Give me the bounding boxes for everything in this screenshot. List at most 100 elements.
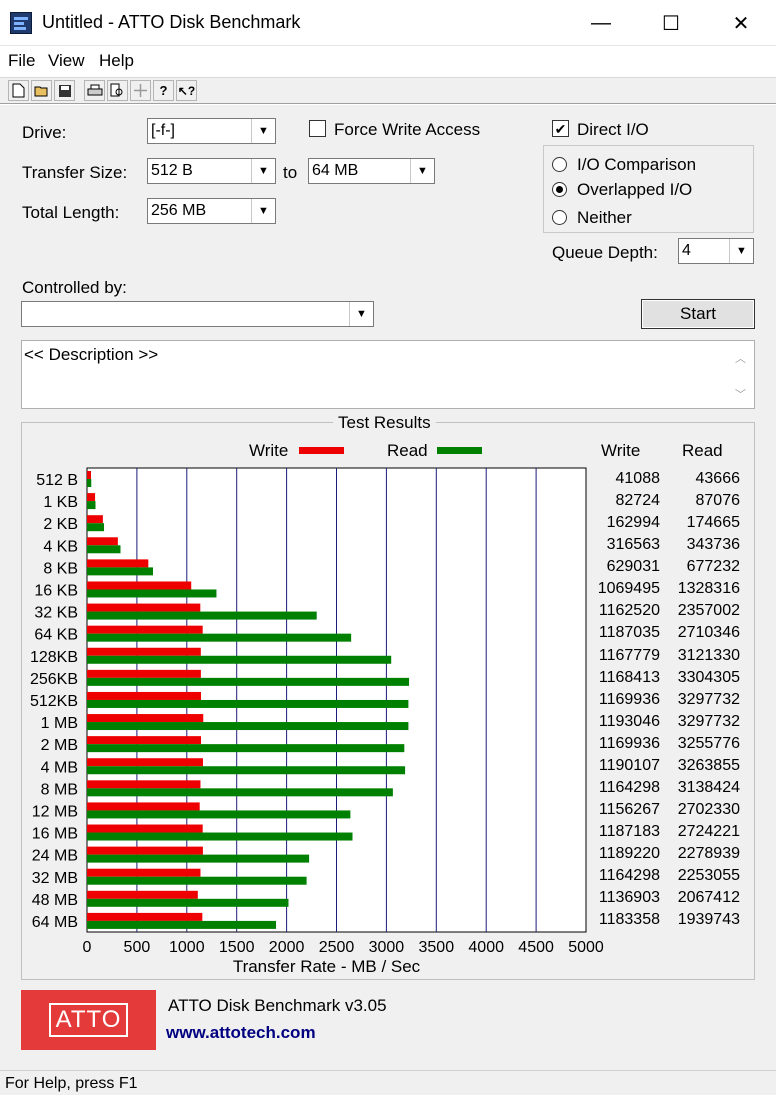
read-value: 2067412	[677, 889, 740, 907]
write-bar	[87, 714, 204, 723]
write-value: 1164298	[598, 778, 660, 796]
write-bar	[87, 912, 203, 921]
y-category-label: 12 MB	[32, 803, 78, 820]
write-value: 1169936	[598, 734, 660, 752]
y-category-label: 4 MB	[41, 759, 78, 776]
y-category-label: 128KB	[30, 649, 78, 666]
write-value: 1069495	[597, 580, 660, 598]
read-bar	[87, 722, 409, 731]
y-category-label: 512 B	[36, 472, 78, 489]
x-tick-label: 2500	[319, 939, 355, 956]
x-tick-label: 3500	[419, 939, 455, 956]
read-bar	[87, 876, 307, 885]
write-value: 1187183	[598, 823, 660, 841]
read-value: 2710346	[677, 624, 740, 642]
read-value: 174665	[686, 514, 740, 532]
y-category-label: 32 KB	[34, 605, 78, 622]
product-name: ATTO Disk Benchmark v3.05	[168, 996, 387, 1015]
read-value: 2253055	[677, 867, 740, 885]
write-bar	[87, 537, 118, 546]
website-link[interactable]: www.attotech.com	[166, 1023, 316, 1043]
y-category-label: 64 KB	[34, 627, 78, 644]
read-value: 2724221	[677, 823, 740, 841]
read-value: 3138424	[677, 778, 740, 796]
y-category-label: 256KB	[30, 671, 78, 688]
write-value: 1187035	[598, 624, 660, 642]
x-tick-label: 2000	[269, 939, 305, 956]
read-bar	[87, 744, 405, 753]
read-value: 43666	[695, 470, 741, 487]
read-bar	[87, 523, 105, 532]
write-bar	[87, 890, 198, 899]
y-category-label: 48 MB	[32, 892, 78, 909]
x-tick-label: 3000	[369, 939, 405, 956]
read-bar	[87, 545, 121, 554]
x-tick-label: 4500	[518, 939, 554, 956]
write-value: 1136903	[598, 889, 660, 907]
write-bar	[87, 515, 103, 524]
read-bar	[87, 766, 406, 775]
read-bar	[87, 501, 96, 510]
read-value: 87076	[695, 492, 741, 510]
write-bar	[87, 471, 92, 479]
write-bar	[87, 846, 203, 855]
x-tick-label: 5000	[568, 939, 604, 956]
status-text: For Help, press F1	[5, 1075, 138, 1092]
read-value: 677232	[686, 558, 740, 576]
atto-logo-text: ATTO	[48, 1003, 129, 1037]
write-value: 1183358	[598, 911, 660, 929]
read-bar	[87, 589, 217, 598]
read-bar	[87, 677, 410, 686]
y-category-label: 1 MB	[41, 715, 78, 732]
read-bar	[87, 479, 92, 487]
write-value: 1168413	[598, 668, 660, 686]
write-bar	[87, 603, 201, 612]
read-value: 1328316	[677, 580, 740, 598]
write-value: 41088	[615, 470, 661, 487]
y-category-label: 4 KB	[43, 538, 78, 555]
write-bar	[87, 493, 96, 502]
y-category-label: 8 MB	[41, 781, 78, 798]
y-category-label: 512KB	[30, 693, 78, 710]
write-bar	[87, 559, 149, 568]
write-bar	[87, 824, 203, 833]
write-value: 1169936	[598, 690, 660, 708]
read-value: 2357002	[677, 602, 740, 620]
write-bar	[87, 581, 192, 590]
read-bar	[87, 832, 353, 841]
write-bar	[87, 647, 201, 656]
write-value: 1156267	[598, 801, 660, 819]
write-value: 1164298	[598, 867, 660, 885]
x-tick-label: 1500	[219, 939, 255, 956]
write-value: 1189220	[598, 845, 660, 863]
y-category-label: 64 MB	[32, 914, 78, 931]
write-value: 162994	[606, 514, 660, 532]
x-tick-label: 500	[124, 939, 151, 956]
y-category-label: 1 KB	[43, 494, 78, 511]
y-category-label: 8 KB	[43, 560, 78, 577]
x-tick-label: 0	[83, 939, 92, 956]
read-value: 3297732	[677, 712, 740, 730]
read-bar	[87, 920, 277, 929]
y-category-label: 2 MB	[41, 737, 78, 754]
read-bar	[87, 854, 310, 863]
atto-logo: ATTO	[21, 990, 156, 1050]
read-value: 2702330	[677, 801, 740, 819]
read-bar	[87, 567, 154, 576]
write-bar	[87, 780, 201, 789]
x-axis-label: Transfer Rate - MB / Sec	[233, 957, 421, 976]
read-value: 2278939	[677, 845, 740, 863]
write-value: 1190107	[598, 756, 660, 774]
read-bar	[87, 898, 289, 907]
write-bar	[87, 758, 203, 767]
x-tick-label: 1000	[169, 939, 205, 956]
write-bar	[87, 868, 201, 877]
write-bar	[87, 736, 202, 745]
y-category-label: 2 KB	[43, 516, 78, 533]
read-value: 3255776	[677, 734, 740, 752]
y-category-label: 24 MB	[32, 848, 78, 865]
write-value: 1167779	[598, 646, 660, 664]
write-value: 316563	[606, 536, 660, 554]
y-category-label: 32 MB	[32, 870, 78, 887]
read-value: 3121330	[677, 646, 740, 664]
